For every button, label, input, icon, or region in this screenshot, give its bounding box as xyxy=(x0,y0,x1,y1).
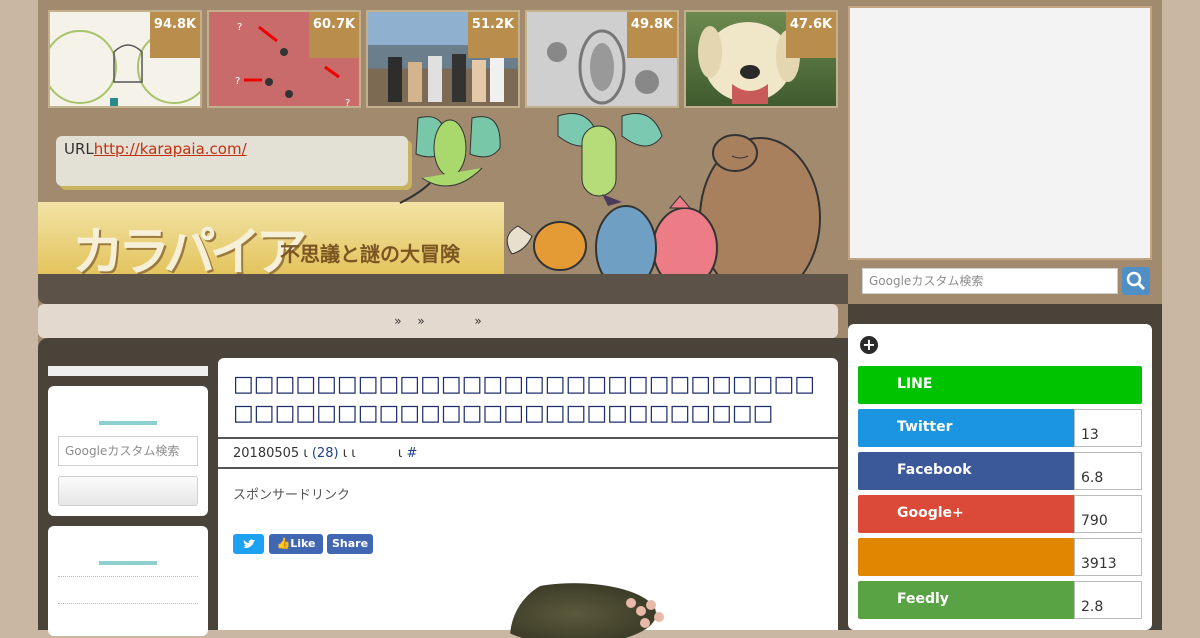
egg-icon xyxy=(646,600,656,610)
egg-icon xyxy=(640,618,650,628)
share-line-label: LINE xyxy=(858,366,1142,404)
facebook-share-button[interactable]: Share xyxy=(327,534,373,554)
comment-count-link[interactable]: (28) xyxy=(312,446,339,461)
svg-text:?: ? xyxy=(345,98,350,108)
share-feedly[interactable]: Feedly 2.8 xyxy=(858,581,1142,619)
url-label: URL xyxy=(64,140,94,158)
tweet-button[interactable] xyxy=(233,534,264,554)
search-icon xyxy=(1126,271,1146,291)
share-facebook[interactable]: Facebook 6.8 xyxy=(858,452,1142,490)
share-bookmark-count: 3913 xyxy=(1074,538,1142,576)
share-line[interactable]: LINE xyxy=(858,366,1142,404)
breadcrumb-separator: » xyxy=(417,314,425,328)
ad-space xyxy=(848,6,1152,260)
popular-thumb-4[interactable]: 49.8K xyxy=(525,10,679,108)
breadcrumb: » » » xyxy=(38,304,838,338)
share-feedly-label: Feedly xyxy=(858,581,1076,619)
egg-icon xyxy=(626,598,636,608)
site-url-box: URLhttp://karapaia.com/ xyxy=(56,136,408,186)
popular-thumb-3[interactable]: 51.2K xyxy=(366,10,520,108)
search-input[interactable]: Googleカスタム検索 xyxy=(862,268,1118,294)
popular-thumb-1[interactable]: 94.8K xyxy=(48,10,202,108)
share-googleplus-count: 790 xyxy=(1074,495,1142,533)
sidebar-search-button[interactable] xyxy=(58,476,198,506)
share-feedly-count: 2.8 xyxy=(1074,581,1142,619)
egg-icon xyxy=(636,606,646,616)
svg-text:?: ? xyxy=(235,76,240,87)
site-url-link[interactable]: http://karapaia.com/ xyxy=(94,140,247,158)
widget-title-divider xyxy=(99,421,157,425)
sponsored-link-label: スポンサードリンク xyxy=(233,488,351,503)
share-facebook-count: 6.8 xyxy=(1074,452,1142,490)
nav-bar xyxy=(38,274,848,304)
title-rule xyxy=(218,437,838,439)
share-bookmark[interactable]: 3913 xyxy=(858,538,1142,576)
list-divider xyxy=(58,603,198,604)
meta-rule xyxy=(218,467,838,469)
plus-icon[interactable]: + xyxy=(858,334,880,356)
like-label: Like xyxy=(290,537,316,550)
article-date: 20180505 xyxy=(233,446,300,461)
share-facebook-label: Facebook xyxy=(858,452,1076,490)
share-googleplus[interactable]: Google+ 790 xyxy=(858,495,1142,533)
list-divider xyxy=(58,576,198,577)
share-googleplus-label: Google+ xyxy=(858,495,1076,533)
view-count: 47.6K xyxy=(786,12,836,58)
left-widget-2 xyxy=(48,526,208,636)
svg-text:?: ? xyxy=(237,22,242,33)
share-twitter[interactable]: Twitter 13 xyxy=(858,409,1142,447)
view-count: 49.8K xyxy=(627,12,677,58)
view-count: 94.8K xyxy=(150,12,200,58)
share-bookmark-label xyxy=(858,538,1076,576)
breadcrumb-separator: » xyxy=(394,314,402,328)
egg-icon xyxy=(654,612,664,622)
breadcrumb-separator: » xyxy=(474,314,482,328)
twitter-bird-icon xyxy=(242,539,255,548)
thumbs-up-icon: 👍 xyxy=(276,537,291,550)
popular-thumb-2[interactable]: ? ? ? 60.7K xyxy=(207,10,361,108)
view-count: 60.7K xyxy=(309,12,359,58)
view-count: 51.2K xyxy=(468,12,518,58)
hash-link[interactable]: # xyxy=(406,446,417,461)
facebook-like-button[interactable]: 👍Like xyxy=(269,534,323,554)
sidebar-search-input[interactable]: Googleカスタム検索 xyxy=(58,436,198,466)
article-title[interactable]: □□□□□□□□□□□□□□□□□□□□□□□□□□□□□□□□□□□□□□□□… xyxy=(233,370,823,430)
left-sidebar-header xyxy=(48,366,208,376)
search-button[interactable] xyxy=(1122,267,1150,295)
share-twitter-label: Twitter xyxy=(858,409,1076,447)
article-meta: 20180505 ι (28) ι ι ι # xyxy=(233,446,418,461)
popular-thumb-5[interactable]: 47.6K xyxy=(684,10,838,108)
widget-title-divider xyxy=(99,561,157,565)
share-twitter-count: 13 xyxy=(1074,409,1142,447)
popular-articles: 94.8K ? ? ? 60.7K 51.2K 49.8K 47.6K xyxy=(48,10,840,108)
